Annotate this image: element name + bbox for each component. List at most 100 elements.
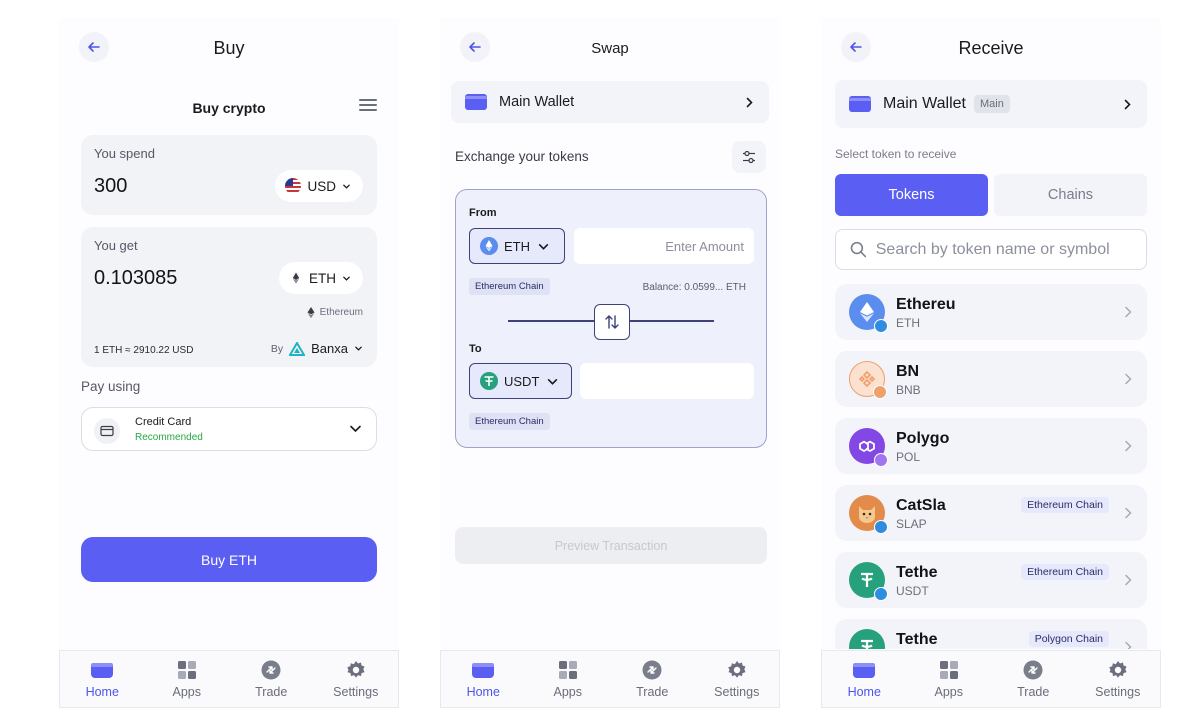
home-icon <box>472 660 495 680</box>
swap-settings-button[interactable] <box>732 141 766 173</box>
chevron-down-icon <box>548 378 558 385</box>
currency-selector[interactable]: USD <box>275 170 363 202</box>
balance-text: Balance: 0.0599... ETH <box>642 282 746 293</box>
tab-tokens[interactable]: Tokens <box>835 174 988 216</box>
chain-badge: Ethereum Chain <box>1021 564 1109 580</box>
credit-card-icon <box>94 418 120 444</box>
nav-home[interactable]: Home <box>62 660 142 699</box>
nav-settings[interactable]: Settings <box>1078 660 1158 699</box>
buy-screen: Buy Buy crypto You spend 300 USD You get… <box>59 18 399 708</box>
chevron-right-icon <box>1125 373 1132 385</box>
nav-trade[interactable]: Trade <box>612 660 692 699</box>
get-amount: 0.103085 <box>94 267 178 289</box>
page-title: Buy <box>213 38 245 58</box>
chevron-down-icon <box>355 346 362 351</box>
chevron-right-icon <box>1125 641 1132 649</box>
token-list: Ethereu ETH BN BNB Polygo POL CatSla SLA… <box>835 284 1147 649</box>
bottom-nav: Home Apps Trade Settings <box>440 650 780 708</box>
to-token-selector[interactable]: USDT <box>469 363 572 399</box>
search-icon <box>850 241 867 258</box>
banxa-logo-icon <box>289 341 306 356</box>
chevron-right-icon <box>1125 574 1132 586</box>
from-token-selector[interactable]: ETH <box>469 228 565 264</box>
chevron-down-icon <box>538 243 549 250</box>
search-input[interactable] <box>875 240 1132 259</box>
chain-badge: Polygon Chain <box>1028 631 1109 647</box>
swap-arrows-icon <box>605 315 619 329</box>
us-flag-icon <box>285 178 302 194</box>
currency-label: USD <box>307 178 336 194</box>
catslap-icon <box>849 495 888 534</box>
chevron-right-icon <box>1125 440 1132 452</box>
trade-icon <box>260 660 282 680</box>
chevron-right-icon <box>746 97 753 107</box>
token-row-bnb[interactable]: BN BNB <box>835 351 1147 407</box>
nav-settings[interactable]: Settings <box>316 660 396 699</box>
bottom-nav: Home Apps Trade Settings <box>59 650 399 708</box>
ethereum-icon <box>307 307 315 318</box>
from-chain-chip: Ethereum Chain <box>469 278 550 295</box>
token-selector[interactable]: ETH <box>279 262 363 294</box>
recommended-tag: Recommended <box>135 432 203 443</box>
receive-screen: Receive Main Wallet Main Select token to… <box>821 18 1161 708</box>
spend-label: You spend <box>94 146 155 161</box>
payment-method-selector[interactable]: Credit Card Recommended <box>81 407 377 451</box>
to-label: To <box>469 343 482 355</box>
wallet-selector[interactable]: Main Wallet Main <box>835 80 1147 128</box>
token-row-slap[interactable]: CatSla SLAP Ethereum Chain <box>835 485 1147 541</box>
wallet-selector[interactable]: Main Wallet <box>451 81 769 123</box>
exchange-label: Exchange your tokens <box>455 149 589 164</box>
wallet-badge: Main <box>973 95 1010 113</box>
home-icon <box>91 660 114 680</box>
nav-home[interactable]: Home <box>824 660 904 699</box>
chevron-down-icon <box>343 276 350 281</box>
nav-apps[interactable]: Apps <box>528 660 608 699</box>
spend-card: You spend 300 USD <box>81 135 377 215</box>
chevron-down-icon <box>343 184 350 189</box>
trade-icon <box>641 660 663 680</box>
token-row-usdt-polygon[interactable]: Tethe Polygon Chain <box>835 619 1147 649</box>
apps-icon <box>176 660 198 680</box>
nav-trade[interactable]: Trade <box>231 660 311 699</box>
nav-apps[interactable]: Apps <box>909 660 989 699</box>
section-subtitle: Buy crypto <box>192 100 266 116</box>
chevron-right-icon <box>1124 99 1131 109</box>
token-label: ETH <box>309 270 336 286</box>
wallet-name: Main Wallet <box>499 94 575 110</box>
page-title: Swap <box>591 40 629 57</box>
ethereum-icon <box>849 294 888 333</box>
swap-direction-button[interactable] <box>594 304 630 340</box>
buy-eth-button[interactable]: Buy ETH <box>81 537 377 582</box>
network-label: Ethereum <box>307 307 363 318</box>
page-title: Receive <box>958 38 1024 58</box>
spend-amount[interactable]: 300 <box>94 175 127 198</box>
chain-badge: Ethereum Chain <box>1021 497 1109 513</box>
apps-icon <box>938 660 960 680</box>
bnb-icon <box>849 361 887 399</box>
provider-selector[interactable]: By Banxa <box>271 341 363 356</box>
chevron-right-icon <box>1125 507 1132 519</box>
amount-input[interactable] <box>574 228 754 264</box>
swap-screen: Swap Main Wallet Exchange your tokens Fr… <box>440 18 780 708</box>
from-label: From <box>469 207 497 219</box>
token-row-pol[interactable]: Polygo POL <box>835 418 1147 474</box>
menu-icon[interactable] <box>359 99 377 113</box>
nav-trade[interactable]: Trade <box>993 660 1073 699</box>
token-row-usdt-eth[interactable]: Tethe USDT Ethereum Chain <box>835 552 1147 608</box>
nav-home[interactable]: Home <box>443 660 523 699</box>
select-token-label: Select token to receive <box>835 147 957 161</box>
apps-icon <box>557 660 579 680</box>
tether-icon <box>849 629 885 649</box>
get-label: You get <box>94 238 138 253</box>
swap-form: From ETH Ethereum Chain Balance: 0.0599.… <box>455 189 767 448</box>
search-bar <box>835 229 1147 270</box>
gear-icon <box>726 660 748 680</box>
tab-chains[interactable]: Chains <box>994 174 1147 216</box>
exchange-rate: 1 ETH ≈ 2910.22 USD <box>94 345 194 356</box>
nav-settings[interactable]: Settings <box>697 660 777 699</box>
wallet-icon <box>849 96 871 112</box>
token-row-eth[interactable]: Ethereu ETH <box>835 284 1147 340</box>
wallet-icon <box>465 94 487 110</box>
nav-apps[interactable]: Apps <box>147 660 227 699</box>
preview-transaction-button[interactable]: Preview Transaction <box>455 527 767 564</box>
